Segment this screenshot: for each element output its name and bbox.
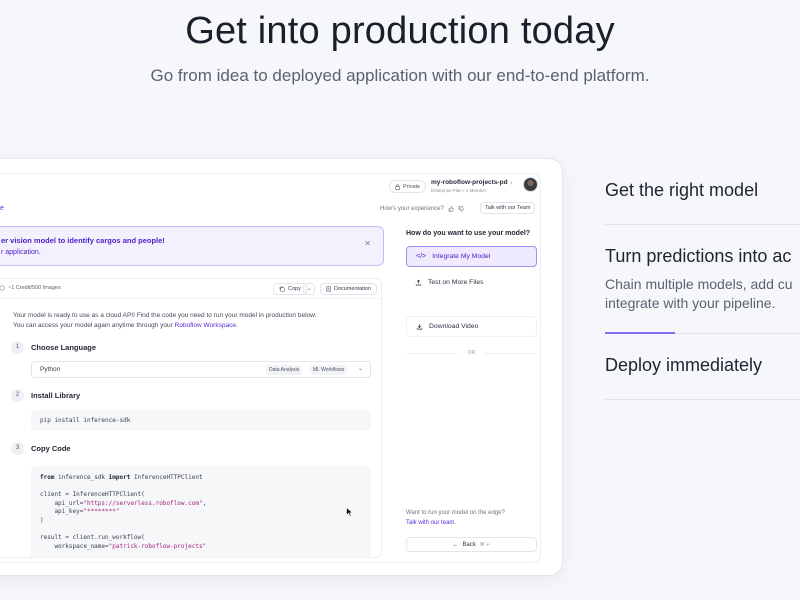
app-topbar: Private my-roboflow-projects-pd Enterpri… [0,174,540,200]
workspace-plan: Enterprise Plan • 1 Member [431,188,487,193]
success-banner: er vision model to identify cargos and p… [0,226,384,266]
talk-with-team-button[interactable]: Talk with our Team [480,202,536,214]
code-block[interactable]: from inference_sdk import InferenceHTTPC… [31,466,371,557]
feedback-label: How's your experience? [380,206,444,212]
feature-title: Turn predictions into ac [605,246,792,266]
private-label: Private [403,183,421,190]
feature-description-line: Chain multiple models, add cu [605,276,793,292]
keyboard-shortcut: ⌘ ↵ [479,541,491,548]
banner-description: r application. [1,249,41,256]
thumbs-down-icon[interactable] [458,206,464,212]
mouse-cursor-icon [346,507,354,517]
feature-description: Chain multiple models, add cu integrate … [605,275,800,313]
code-panel-header: ~1 Credit/500 Images Copy ⌄ Documentatio… [0,279,381,299]
copy-icon [279,286,285,292]
option-integrate-model[interactable]: </> Integrate My Model [406,246,537,267]
code-line: ) [40,516,44,524]
step-number: 1 [11,341,24,354]
code-line: result = client.run_workflow( [40,534,145,542]
close-icon[interactable]: ✕ [364,239,371,248]
credit-info: ~1 Credit/500 Images [0,285,61,291]
usage-options-title: How do you want to use your model? [406,230,531,237]
feature-description-line: integrate with your pipeline. [605,295,776,311]
back-button[interactable]: ← Back ⌘ ↵ [406,537,537,552]
usage-options-panel: How do you want to use your model? </> I… [393,226,540,562]
option-test-files[interactable]: Test on More Files [406,272,537,293]
step-number: 2 [11,389,24,402]
install-command-block[interactable]: pip install inference-sdk [31,410,371,431]
code-line: api_key="********" [40,508,120,516]
copy-label: Copy [288,285,301,292]
hero-subtitle: Go from idea to deployed application wit… [150,66,650,85]
upload-icon [415,279,422,286]
feature-item[interactable]: Deploy immediately [605,355,800,376]
download-icon [416,324,423,330]
language-tag: Data Analysis [266,365,303,375]
step-title-install-library: Install Library [31,391,81,400]
edge-contact-link[interactable]: Talk with our team. [406,520,456,526]
step-title-copy-code: Copy Code [31,444,71,453]
intro-text-suffix: . [235,322,238,329]
thumbs-up-icon[interactable] [448,206,454,212]
step-title-choose-language: Choose Language [31,343,97,352]
arrow-left-icon: ← [452,541,459,548]
coin-icon [0,285,5,291]
intro-text-prefix: You can access your model again anytime … [13,322,175,329]
step-number: 3 [11,442,24,455]
feature-title: Get the right model [605,180,759,200]
documentation-button[interactable]: Documentation [320,283,377,295]
document-icon [326,286,331,292]
feature-item[interactable]: Get the right model [605,180,800,201]
chevron-down-icon: ⌄ [358,366,364,372]
option-label: Integrate My Model [432,253,491,260]
divider [605,224,800,225]
code-line: api_url="https://serverless.roboflow.com… [40,499,207,507]
chevron-down-icon[interactable]: ⌄ [303,283,315,295]
code-line: from inference_sdk import InferenceHTTPC… [40,474,203,481]
app-preview-frame: Private my-roboflow-projects-pd Enterpri… [0,158,563,576]
credit-label: ~1 Credit/500 Images [8,285,61,291]
option-label: Test on More Files [428,279,484,286]
app-subbar: e How's your experience? Talk with our T… [0,200,540,220]
app-window: Private my-roboflow-projects-pd Enterpri… [0,173,541,563]
code-line: workspace_name="patrick-roboflow-project… [40,542,207,550]
copy-button[interactable]: Copy [273,283,307,295]
back-label: Back [462,541,476,548]
or-divider: OR [406,350,537,356]
code-line: client = InferenceHTTPClient( [40,491,145,499]
code-panel: ~1 Credit/500 Images Copy ⌄ Documentatio… [0,278,382,558]
intro-text-2: You can access your model again anytime … [13,322,238,329]
private-badge[interactable]: Private [389,180,427,193]
banner-title: er vision model to identify cargos and p… [1,236,165,245]
avatar[interactable] [523,177,538,192]
hero-title: Get into production today [185,10,615,52]
edge-question: Want to run your model on the edge? [406,510,505,516]
lock-icon [395,183,400,190]
workspace-link[interactable]: Roboflow Workspace [175,322,236,329]
workspace-name[interactable]: my-roboflow-projects-pd [431,179,508,186]
language-value: Python [40,366,61,373]
documentation-label: Documentation [334,285,371,292]
option-label: Download Video [429,323,479,330]
intro-text: Your model is ready to use as a cloud AP… [13,312,317,319]
page-label[interactable]: e [0,205,4,212]
language-tag: ML Workflows [310,365,348,375]
option-download-video[interactable]: Download Video [406,316,537,337]
language-select[interactable]: Python Data Analysis ML Workflows ⌄ [31,361,371,378]
code-icon: </> [416,253,427,260]
feature-progress-indicator [605,332,675,334]
chevron-right-icon[interactable]: › [510,180,512,187]
feature-item-active[interactable]: Turn predictions into ac Chain multiple … [605,246,800,313]
feature-title: Deploy immediately [605,355,763,375]
feedback-prompt: How's your experience? [380,206,464,212]
divider [605,399,800,400]
